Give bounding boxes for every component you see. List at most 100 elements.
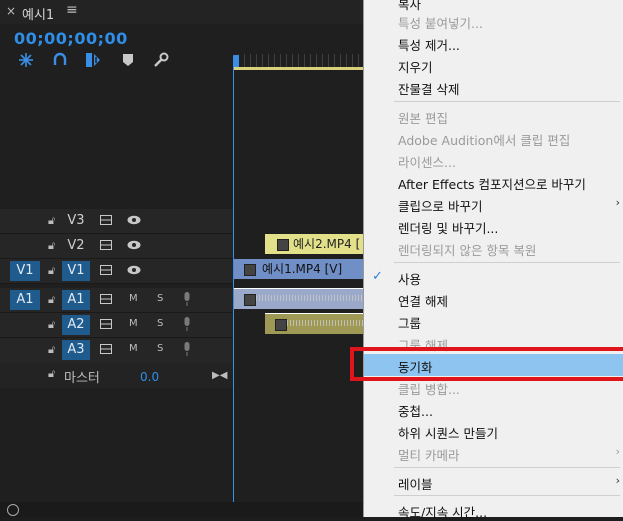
menu-item-label: 하위 시퀀스 만들기: [398, 426, 498, 441]
menu-item-nest[interactable]: 중첩...: [364, 398, 623, 420]
eye-icon[interactable]: [127, 240, 141, 250]
timecode-display[interactable]: 00;00;00;00: [14, 29, 128, 48]
clip-audio-1[interactable]: [234, 288, 363, 309]
menu-item-unlink[interactable]: 연결 해제: [364, 288, 623, 310]
menu-item-label: 특성 붙여넣기...: [398, 16, 483, 31]
track-name-a2[interactable]: A2: [62, 315, 90, 335]
clip-audio-2[interactable]: [265, 313, 363, 334]
marker-icon[interactable]: [120, 52, 136, 68]
menu-item-render-and-replace[interactable]: 렌더링 및 바꾸기...: [364, 215, 623, 237]
link-icon[interactable]: [52, 52, 68, 68]
track-header-a3: 🔓︎ A3 M S: [0, 338, 233, 363]
menu-item-label: 라이센스...: [398, 155, 456, 170]
submenu-arrow-icon: ›: [615, 474, 620, 487]
lock-icon[interactable]: 🔓︎: [48, 318, 55, 332]
menu-item-label: 그룹: [398, 316, 422, 331]
sync-lock-film-icon[interactable]: [100, 265, 112, 275]
menu-item-label: 원본 편집: [398, 111, 448, 126]
lock-icon[interactable]: 🔓︎: [48, 264, 55, 278]
menu-item-multi-camera[interactable]: 멀티 카메라 ›: [364, 442, 623, 464]
master-balance-icon[interactable]: ▶◀: [212, 370, 227, 381]
menu-item-label: 클립으로 바꾸기: [398, 199, 483, 214]
menu-item-label: 특성 제거...: [398, 38, 460, 53]
menu-item-label: 중첩...: [398, 404, 433, 419]
track-name-v1[interactable]: V1: [62, 261, 90, 281]
marker-add-icon[interactable]: [85, 52, 101, 68]
microphone-icon[interactable]: [183, 342, 191, 356]
zoom-handle[interactable]: [7, 504, 19, 516]
menu-item-label: 클립 병합...: [398, 382, 460, 397]
menu-item-ripple-delete[interactable]: 잔물결 삭제: [364, 76, 623, 98]
lock-icon[interactable]: 🔓︎: [48, 367, 55, 381]
master-volume-value[interactable]: 0.0: [140, 370, 159, 384]
clip-video-2[interactable]: 예시2.MP4 [: [265, 234, 363, 254]
menu-item-paste-attributes[interactable]: 특성 붙여넣기...: [364, 10, 623, 32]
menu-item-enable[interactable]: ✓ 사용: [364, 266, 623, 288]
audio-waveform: [287, 320, 363, 326]
menu-item-label: 잔물결 삭제: [398, 82, 460, 97]
track-name-a1[interactable]: A1: [62, 290, 90, 310]
wrench-icon[interactable]: [153, 52, 169, 68]
menu-item-label-submenu[interactable]: 레이블 ›: [364, 471, 623, 493]
menu-item-edit-in-audition[interactable]: Adobe Audition에서 클립 편집: [364, 127, 623, 149]
clip-video-2-label: 예시2.MP4 [: [293, 237, 361, 251]
menu-item-replace-with-clip[interactable]: 클립으로 바꾸기 ›: [364, 193, 623, 215]
menu-item-label: Adobe Audition에서 클립 편집: [398, 133, 571, 148]
menu-item-make-subsequence[interactable]: 하위 시퀀스 만들기: [364, 420, 623, 442]
mute-button[interactable]: M: [129, 318, 138, 329]
sync-lock-film-icon[interactable]: [100, 294, 112, 304]
solo-button[interactable]: S: [157, 343, 163, 354]
menu-item-group[interactable]: 그룹: [364, 310, 623, 332]
menu-item-label: 사용: [398, 272, 422, 287]
menu-item-speed-duration[interactable]: 속도/지속 시간...: [364, 499, 623, 521]
submenu-arrow-icon: ›: [615, 196, 620, 209]
lock-icon[interactable]: 🔓︎: [48, 293, 55, 307]
sync-lock-film-icon[interactable]: [100, 319, 112, 329]
lock-icon[interactable]: 🔓︎: [48, 343, 55, 357]
menu-item-label: 레이블: [398, 477, 433, 492]
track-name-v2[interactable]: V2: [62, 236, 90, 256]
clip-video-1[interactable]: 예시1.MP4 [V]: [234, 259, 363, 279]
track-header-a1: A1 🔓︎ A1 M S: [0, 288, 233, 313]
mute-button[interactable]: M: [129, 343, 138, 354]
mute-button[interactable]: M: [129, 293, 138, 304]
menu-item-restore-unrendered[interactable]: 렌더링되지 않은 항목 복원: [364, 237, 623, 259]
eye-icon[interactable]: [127, 265, 141, 275]
horizontal-zoom-scrollbar[interactable]: [0, 502, 363, 517]
fx-icon: [244, 294, 256, 306]
panel-menu-icon[interactable]: ≡: [66, 2, 78, 18]
track-name-v3[interactable]: V3: [62, 211, 90, 231]
menu-item-label: 렌더링되지 않은 항목 복원: [398, 243, 537, 258]
source-patch-a1[interactable]: A1: [10, 290, 40, 310]
track-header-v3: 🔓︎ V3: [0, 209, 233, 234]
sync-lock-film-icon[interactable]: [100, 344, 112, 354]
microphone-icon[interactable]: [183, 292, 191, 306]
sync-lock-film-icon[interactable]: [100, 240, 112, 250]
track-name-a3[interactable]: A3: [62, 340, 90, 360]
menu-separator: [394, 495, 620, 496]
clip-video-1-label: 예시1.MP4 [V]: [262, 262, 343, 276]
source-patch-v1[interactable]: V1: [10, 261, 40, 281]
lock-icon[interactable]: 🔓︎: [48, 214, 55, 228]
sync-lock-film-icon[interactable]: [100, 215, 112, 225]
eye-icon[interactable]: [127, 215, 141, 225]
lock-icon[interactable]: 🔓︎: [48, 239, 55, 253]
sequence-tab-title[interactable]: 예시1: [22, 4, 54, 23]
menu-item-replace-with-ae-comp[interactable]: After Effects 컴포지션으로 바꾸기: [364, 171, 623, 193]
microphone-icon[interactable]: [183, 317, 191, 331]
close-tab-icon[interactable]: ×: [6, 4, 16, 18]
menu-item-label: 렌더링 및 바꾸기...: [398, 221, 499, 236]
menu-item-clear[interactable]: 지우기: [364, 54, 623, 76]
audio-waveform: [256, 295, 363, 301]
menu-item-remove-attributes[interactable]: 특성 제거...: [364, 32, 623, 54]
snap-icon[interactable]: [18, 52, 34, 68]
menu-item-license[interactable]: 라이센스...: [364, 149, 623, 171]
track-header-master: 🔓︎ 마스터 0.0 ▶◀: [0, 362, 233, 388]
submenu-arrow-icon: ›: [615, 445, 620, 458]
solo-button[interactable]: S: [157, 293, 163, 304]
menu-item-label: 연결 해제: [398, 294, 448, 309]
playhead-line[interactable]: [233, 64, 234, 502]
menu-item-edit-original[interactable]: 원본 편집: [364, 105, 623, 127]
solo-button[interactable]: S: [157, 318, 163, 329]
fx-icon: [244, 264, 256, 276]
